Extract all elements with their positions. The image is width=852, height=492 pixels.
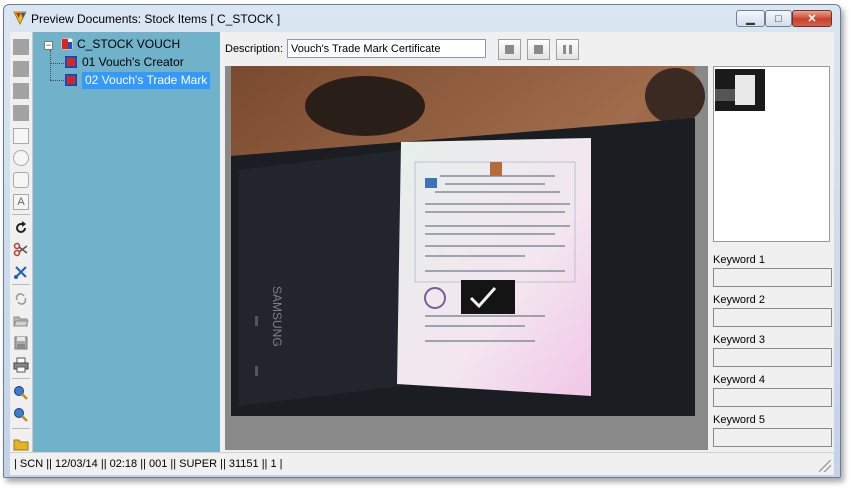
keyword4-input[interactable] — [713, 388, 832, 407]
tree-root-label: C_STOCK VOUCH — [77, 37, 181, 51]
document-tree[interactable]: − C_STOCK VOUCH 01 Vouch's Creator 02 Vo… — [33, 32, 220, 452]
circle-outline-icon[interactable] — [13, 150, 29, 166]
resize-grip-icon[interactable] — [819, 460, 831, 472]
keyword2-label: Keyword 2 — [713, 294, 765, 306]
description-label: Description: — [225, 43, 284, 55]
square-shape-icon[interactable] — [13, 83, 29, 99]
document-viewer[interactable]: SAMSUNG — [225, 66, 708, 450]
toolbar-separator — [12, 214, 30, 215]
square-icon — [505, 45, 514, 54]
cut-blue-icon[interactable] — [13, 264, 29, 280]
page-first-button[interactable] — [498, 39, 521, 60]
page-thumbnail[interactable] — [715, 69, 765, 111]
save-disk-icon[interactable] — [13, 335, 29, 351]
zoom-in-icon[interactable] — [13, 385, 29, 401]
phone-brand-label: SAMSUNG — [270, 286, 284, 347]
zoom-out-icon[interactable] — [13, 407, 29, 423]
column-icon — [563, 45, 566, 54]
page-split-button[interactable] — [556, 39, 579, 60]
rectangle-outline-icon[interactable] — [13, 128, 29, 144]
keyword5-label: Keyword 5 — [713, 414, 765, 426]
tree-line — [50, 50, 51, 80]
stock-folder-icon — [61, 38, 73, 50]
keyword5-input[interactable] — [713, 428, 832, 447]
vertical-toolbar: A — [10, 32, 33, 452]
toolbar-separator — [12, 284, 30, 285]
close-button[interactable]: ✕ — [792, 10, 832, 27]
maximize-icon: □ — [775, 12, 782, 25]
keyword1-input[interactable] — [713, 268, 832, 287]
minimize-icon: ▁ — [746, 13, 755, 25]
certificate-paper — [397, 138, 591, 396]
tree-line — [50, 80, 64, 81]
keyword2-input[interactable] — [713, 308, 832, 327]
minimize-button[interactable]: ▁ — [736, 10, 765, 27]
rotate-icon[interactable] — [13, 220, 29, 236]
title-bar[interactable]: Preview Documents: Stock Items [ C_STOCK… — [4, 5, 840, 31]
keyword3-label: Keyword 3 — [713, 334, 765, 346]
tree-root[interactable]: − C_STOCK VOUCH — [35, 36, 215, 53]
square-icon — [534, 45, 543, 54]
folder-icon[interactable] — [13, 436, 29, 452]
thumbnail-pane — [713, 66, 830, 242]
toolbar-separator — [12, 428, 30, 429]
tree-item-creator[interactable]: 01 Vouch's Creator — [65, 54, 215, 71]
document-image: SAMSUNG — [231, 66, 705, 416]
tree-line — [50, 63, 64, 64]
scissors-red-icon[interactable] — [13, 242, 29, 258]
document-icon — [65, 56, 77, 68]
print-icon[interactable] — [13, 357, 29, 373]
tree-item-trade-mark[interactable]: 02 Vouch's Trade Mark — [65, 72, 220, 89]
window-title: Preview Documents: Stock Items [ C_STOCK… — [31, 12, 281, 26]
status-text: | SCN || 12/03/14 || 02:18 || 001 || SUP… — [14, 458, 283, 470]
square-shape-icon[interactable] — [13, 39, 29, 55]
collapse-icon[interactable]: − — [44, 41, 53, 50]
app-icon — [13, 11, 27, 25]
square-shape-icon[interactable] — [13, 105, 29, 121]
keyword4-label: Keyword 4 — [713, 374, 765, 386]
keyword3-input[interactable] — [713, 348, 832, 367]
recycle-icon[interactable] — [13, 291, 29, 307]
toolbar-separator — [12, 378, 30, 379]
rounded-rectangle-icon[interactable] — [13, 172, 29, 188]
description-input[interactable] — [287, 39, 486, 58]
keyword1-label: Keyword 1 — [713, 254, 765, 266]
close-icon: ✕ — [807, 13, 817, 25]
square-shape-icon[interactable] — [13, 61, 29, 77]
document-icon — [65, 74, 77, 86]
tree-item-label: 02 Vouch's Trade Mark — [82, 72, 211, 89]
open-folder-icon[interactable] — [13, 313, 29, 329]
text-box-icon[interactable]: A — [13, 194, 29, 210]
client-area: A − C_STOCK VOUCH 01 Vouch's Creator 02 … — [10, 32, 834, 452]
status-bar: | SCN || 12/03/14 || 02:18 || 001 || SUP… — [10, 452, 834, 475]
maximize-button[interactable]: □ — [765, 10, 792, 27]
column-icon — [569, 45, 572, 54]
tree-item-label: 01 Vouch's Creator — [82, 55, 184, 69]
page-single-button[interactable] — [527, 39, 550, 60]
main-window: Preview Documents: Stock Items [ C_STOCK… — [3, 4, 841, 478]
